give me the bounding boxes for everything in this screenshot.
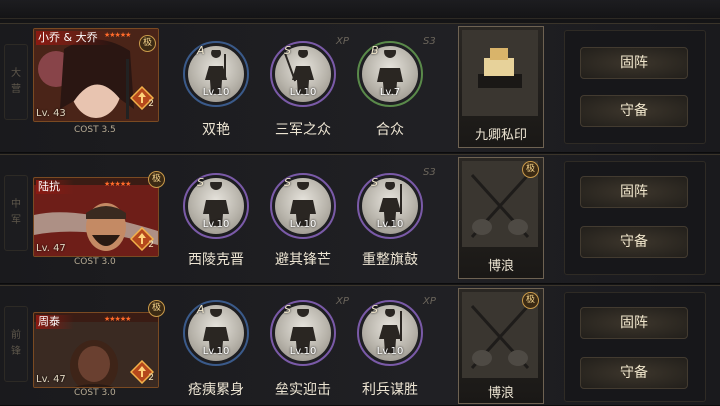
side-tab-char: 营 xyxy=(11,84,21,95)
skill-grade: A xyxy=(197,303,205,316)
skill-name: 利兵谋胜 xyxy=(362,382,418,398)
side-tab-char: 军 xyxy=(11,215,21,226)
seal-item-icon xyxy=(462,30,538,116)
skill-grade: S xyxy=(284,44,291,57)
general-cost: COST 3.0 xyxy=(74,257,116,267)
troop-row-1: 大 营 小乔 & 大乔 ★★★★★ 极 Lv. 43 2 COST 3.5 A … xyxy=(0,23,720,153)
skill-slot[interactable]: S Lv.10 xyxy=(270,173,336,239)
treasure-name: 博浪 xyxy=(487,386,514,401)
skill-name: 双艳 xyxy=(202,122,230,138)
skill-grade: S xyxy=(197,176,204,189)
skill-level: Lv.10 xyxy=(202,346,230,357)
skill-slot[interactable]: B Lv.7 xyxy=(357,41,423,107)
skill-name: 疮痍累身 xyxy=(188,382,244,398)
skill-slot[interactable]: S Lv.10 xyxy=(357,173,423,239)
skill-slot[interactable]: A Lv.10 xyxy=(183,300,249,366)
skill-name: 西陵克晋 xyxy=(188,252,244,268)
skill-name: 避其锋芒 xyxy=(275,252,331,268)
general-cost: COST 3.0 xyxy=(74,388,116,398)
general-stars: ★★★★★ xyxy=(104,31,131,39)
skill-grade: S xyxy=(284,303,291,316)
top-bar xyxy=(0,0,720,19)
action-panel: 固阵 守备 xyxy=(564,161,706,275)
awaken-badge-icon: 极 xyxy=(522,161,539,178)
skill-tag: XP xyxy=(336,36,349,47)
skill-level: Lv.10 xyxy=(202,87,230,98)
defend-button[interactable]: 守备 xyxy=(580,95,688,127)
skill-grade: S xyxy=(371,176,378,189)
skill-grade: B xyxy=(371,44,379,57)
rank-number: 2 xyxy=(148,240,154,250)
skill-slot[interactable]: A Lv.10 xyxy=(183,41,249,107)
rank-badge: 2 xyxy=(129,359,155,385)
awaken-badge-icon: 极 xyxy=(522,292,539,309)
troop-row-3: 前 锋 周泰 ★★★★★ Lv. 47 极 2 COST 3.0 A Lv.10… xyxy=(0,285,720,406)
rank-badge: 2 xyxy=(129,226,155,252)
skill-level: Lv.10 xyxy=(376,219,404,230)
treasure-slot[interactable]: 极 博浪 xyxy=(458,288,544,404)
skill-grade: A xyxy=(197,44,205,57)
side-tab-char: 前 xyxy=(11,330,21,341)
general-level: Lv. 43 xyxy=(36,108,66,119)
skill-slot[interactable]: S Lv.10 xyxy=(183,173,249,239)
defend-button[interactable]: 守备 xyxy=(580,357,688,389)
skill-level: Lv.10 xyxy=(202,219,230,230)
awaken-badge-icon: 极 xyxy=(148,300,165,317)
general-name: 周泰 xyxy=(36,315,74,329)
side-tab[interactable]: 前 锋 xyxy=(4,306,28,382)
treasure-name: 博浪 xyxy=(487,259,514,274)
skill-level: Lv.10 xyxy=(289,346,317,357)
skill-slot[interactable]: S Lv.10 xyxy=(357,300,423,366)
general-name: 陆抗 xyxy=(36,180,74,194)
fortify-button[interactable]: 固阵 xyxy=(580,176,688,208)
skill-name: 合众 xyxy=(376,122,404,138)
treasure-slot[interactable]: 极 博浪 xyxy=(458,157,544,279)
treasure-name: 九卿私印 xyxy=(474,128,527,143)
general-cost: COST 3.5 xyxy=(74,125,116,135)
action-panel: 固阵 守备 xyxy=(564,292,706,402)
general-stars: ★★★★★ xyxy=(104,180,131,188)
skill-level: Lv.10 xyxy=(376,346,404,357)
defend-button[interactable]: 守备 xyxy=(580,226,688,258)
skill-level: Lv.10 xyxy=(289,219,317,230)
general-level: Lv. 47 xyxy=(36,243,66,254)
side-tab-char: 锋 xyxy=(11,346,21,357)
skill-tag: XP xyxy=(336,296,349,307)
skill-grade: S xyxy=(371,303,378,316)
skill-slot[interactable]: S Lv.10 xyxy=(270,300,336,366)
rank-badge: 2 xyxy=(129,85,155,111)
skill-name: 垒实迎击 xyxy=(275,382,331,398)
skill-name: 三军之众 xyxy=(275,122,331,138)
skill-name: 重整旗鼓 xyxy=(362,252,418,268)
fortify-button[interactable]: 固阵 xyxy=(580,47,688,79)
rank-number: 2 xyxy=(148,373,154,383)
side-tab[interactable]: 大 营 xyxy=(4,44,28,120)
general-name: 小乔 & 大乔 xyxy=(36,31,112,45)
skill-tag: S3 xyxy=(423,167,436,178)
skill-tag: XP xyxy=(423,296,436,307)
skill-grade: S xyxy=(284,176,291,189)
awaken-badge-icon: 极 xyxy=(139,35,156,52)
skill-tag: S3 xyxy=(423,36,436,47)
skill-level: Lv.10 xyxy=(289,87,317,98)
side-tab-char: 中 xyxy=(11,199,21,210)
skill-level: Lv.7 xyxy=(379,87,401,98)
treasure-slot[interactable]: 九卿私印 xyxy=(458,26,544,148)
fortify-button[interactable]: 固阵 xyxy=(580,307,688,339)
side-tab-char: 大 xyxy=(11,68,21,79)
rank-number: 2 xyxy=(148,99,154,109)
skill-slot[interactable]: S Lv.10 xyxy=(270,41,336,107)
side-tab[interactable]: 中 军 xyxy=(4,175,28,251)
action-panel: 固阵 守备 xyxy=(564,30,706,144)
general-level: Lv. 47 xyxy=(36,374,66,385)
general-stars: ★★★★★ xyxy=(104,315,131,323)
awaken-badge-icon: 极 xyxy=(148,171,165,188)
troop-row-2: 中 军 陆抗 ★★★★★ Lv. 47 极 2 COST 3.0 S Lv.10… xyxy=(0,154,720,284)
